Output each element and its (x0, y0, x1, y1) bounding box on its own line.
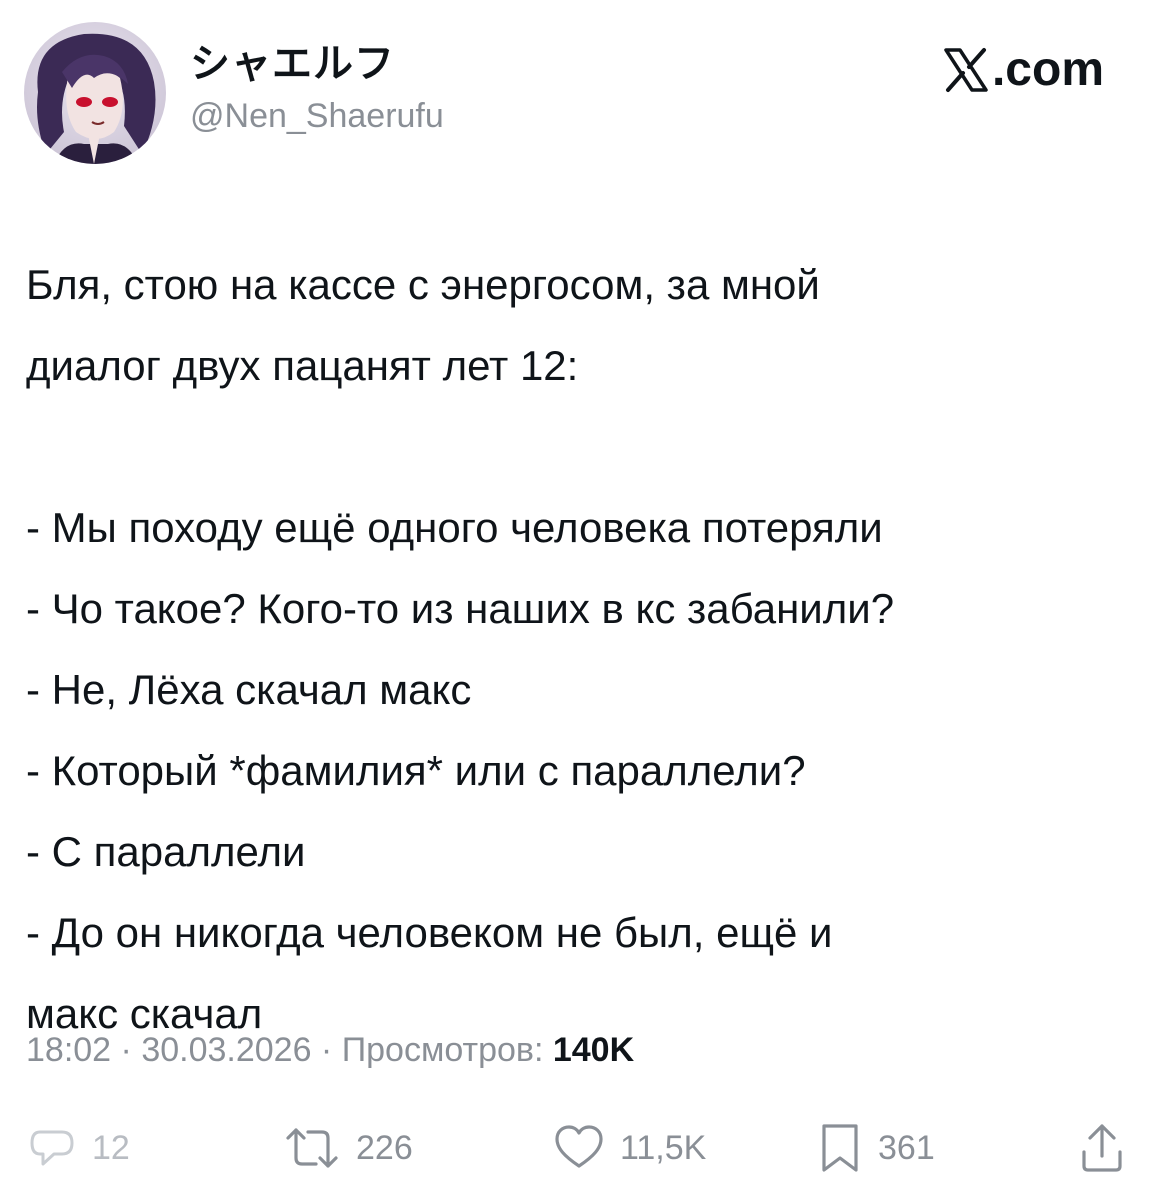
repost-icon (286, 1128, 338, 1168)
heart-icon (555, 1125, 603, 1168)
tweet-line: - До он никогда человеком не был, ещё и (26, 909, 833, 956)
tweet-date[interactable]: 30.03.2026 (141, 1031, 311, 1069)
meta-separator: · (311, 1031, 342, 1069)
views-label: Просмотров: (341, 1031, 553, 1069)
reply-count: 12 (92, 1128, 130, 1167)
brand-domain-text: .com (991, 43, 1104, 96)
author-handle[interactable]: @Nen_Shaerufu (190, 96, 444, 136)
x-logo-icon (940, 44, 992, 96)
tweet-line: диалог двух пацанят лет 12: (26, 342, 579, 389)
share-button[interactable] (1076, 1116, 1128, 1180)
reply-icon (30, 1130, 74, 1166)
bookmark-icon (822, 1124, 858, 1172)
tweet-header: シャエルフ @Nen_Shaerufu .com (24, 22, 1134, 172)
like-button[interactable]: 11,5K (552, 1116, 706, 1180)
views-count: 140K (552, 1031, 635, 1069)
tweet-time[interactable]: 18:02 (26, 1031, 111, 1069)
brand-watermark: .com (940, 42, 1104, 98)
tweet-line: - Который *фамилия* или с параллели? (26, 747, 806, 794)
repost-button[interactable]: 226 (282, 1116, 413, 1180)
tweet-line: - Мы походу ещё одного человека потеряли (26, 504, 883, 551)
avatar[interactable] (24, 22, 166, 164)
anime-character-avatar-icon (24, 22, 166, 164)
share-icon (1082, 1124, 1122, 1172)
tweet-line: Бля, стою на кассе с энергосом, за мной (26, 261, 820, 308)
bookmark-button[interactable]: 361 (816, 1116, 935, 1180)
tweet-line: - С параллели (26, 828, 306, 875)
action-bar: 12 226 11,5K 361 (26, 1116, 1136, 1180)
reply-button[interactable]: 12 (26, 1116, 130, 1180)
tweet-line: - Чо такое? Кого-то из наших в кс забани… (26, 585, 895, 632)
tweet-meta: 18:02 · 30.03.2026 · Просмотров: 140K (26, 1026, 634, 1074)
author-names: シャエルフ @Nen_Shaerufu (190, 40, 444, 136)
repost-count: 226 (356, 1128, 413, 1167)
bookmark-count: 361 (878, 1128, 935, 1167)
like-count: 11,5K (620, 1128, 707, 1167)
tweet-line: - Не, Лёха скачал макс (26, 666, 472, 713)
tweet-text: Бля, стою на кассе с энергосом, за мной … (26, 244, 1136, 1054)
author-display-name[interactable]: シャエルフ (190, 40, 444, 88)
meta-separator: · (111, 1031, 142, 1069)
